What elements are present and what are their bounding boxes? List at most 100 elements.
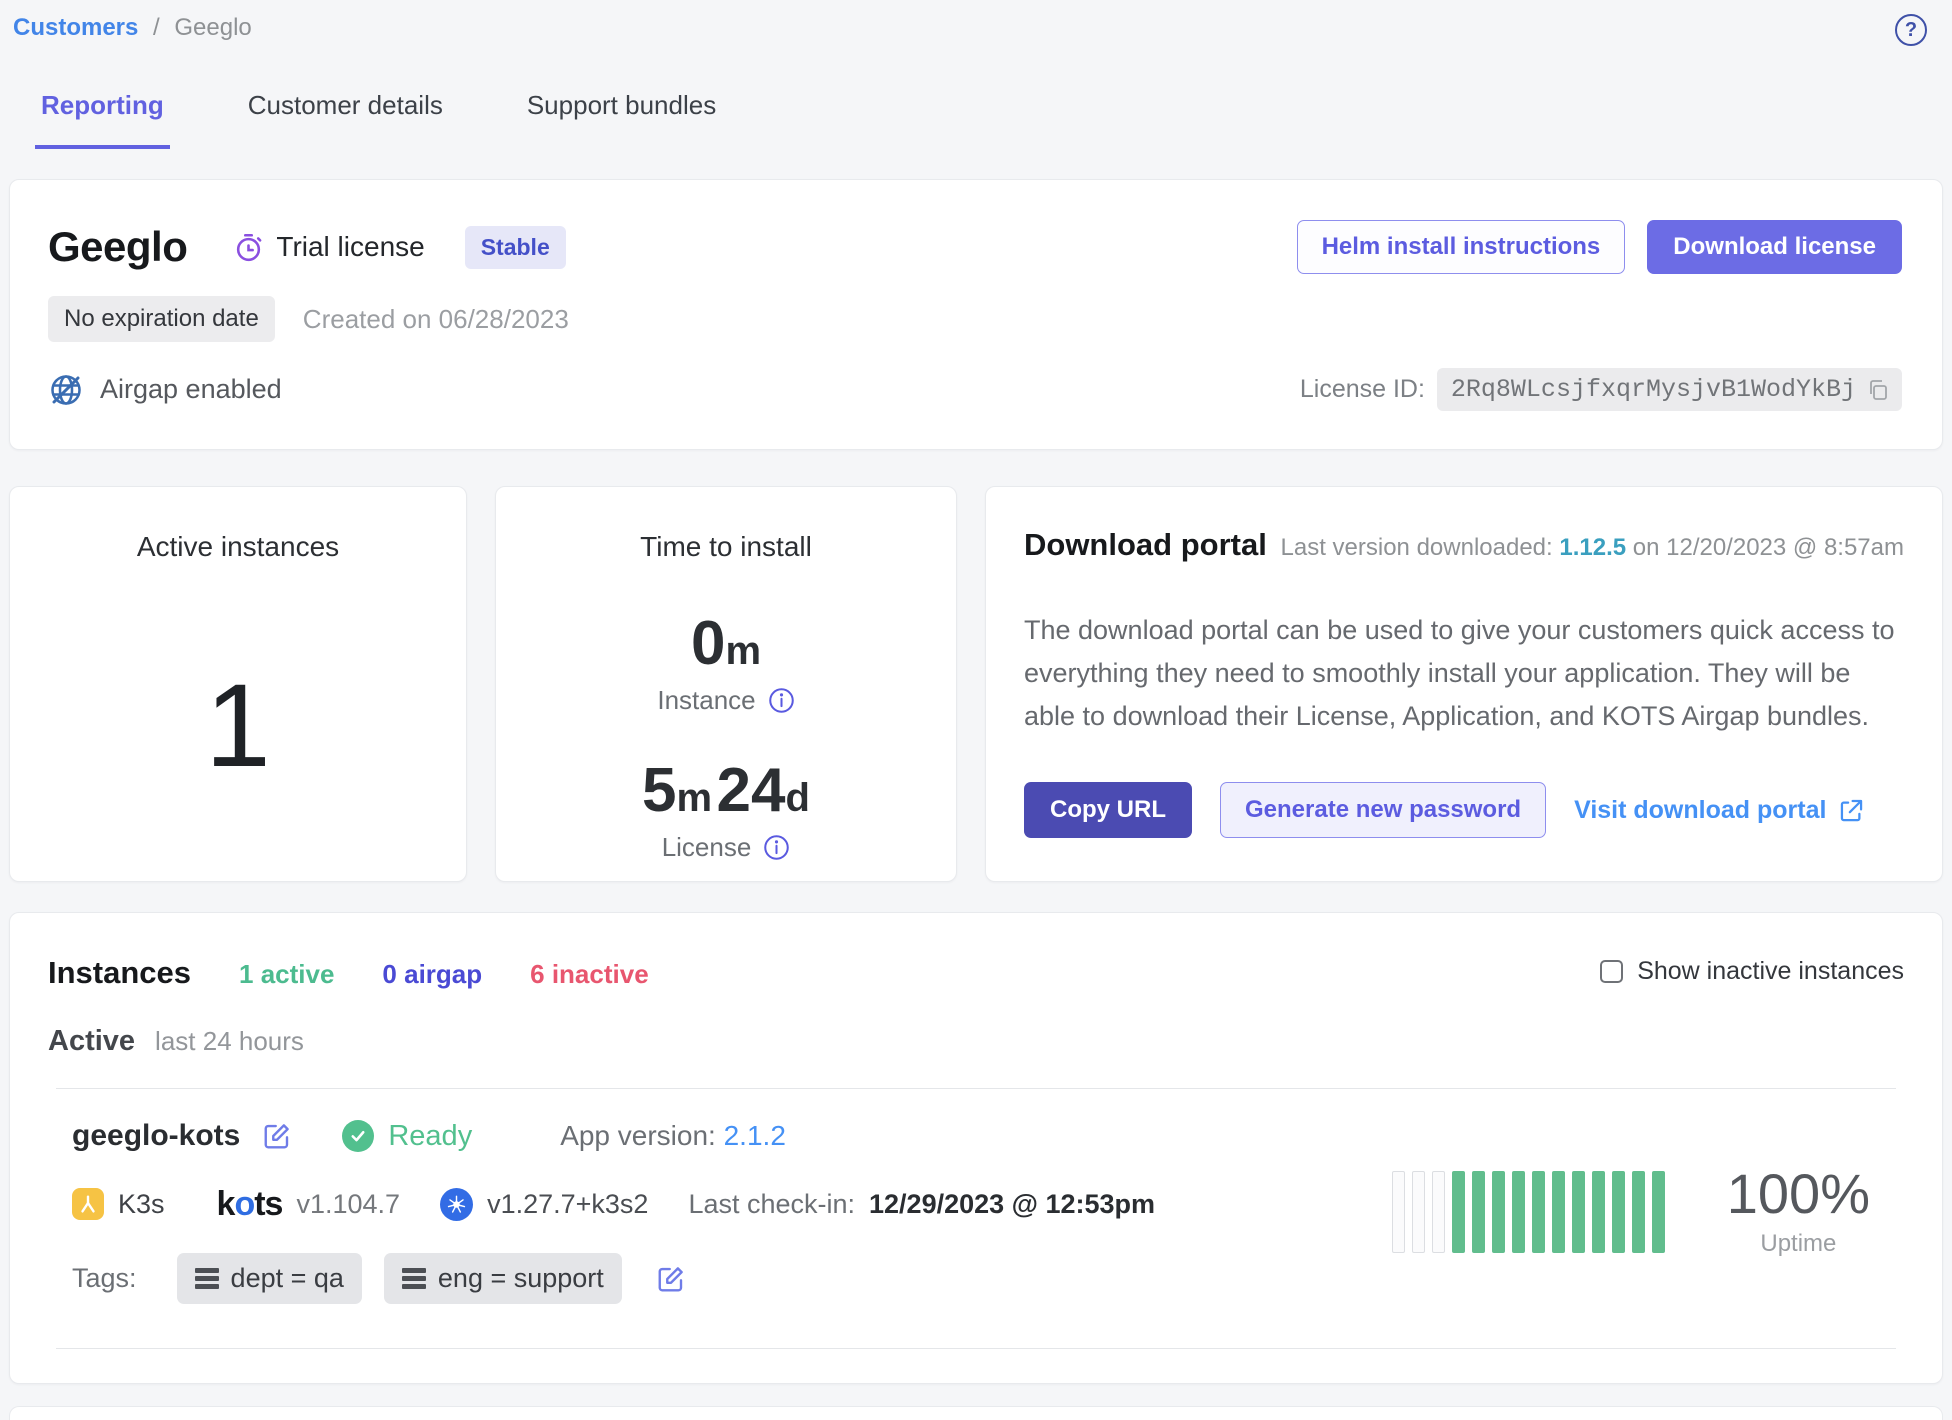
ready-check-icon	[342, 1120, 374, 1152]
instance-row: geeglo-kots Ready App ve	[48, 1089, 1904, 1312]
app-version-label: App version:	[560, 1120, 723, 1151]
download-portal-description: The download portal can be used to give …	[1024, 609, 1904, 738]
tab-bar: Reporting Customer details Support bundl…	[35, 90, 1943, 149]
instance-status: Ready	[342, 1120, 472, 1153]
instances-divider-bottom	[56, 1348, 1896, 1349]
license-id-value: 2Rq8WLcsjfxqrMysjvB1WodYkBj	[1451, 375, 1856, 404]
active-group-subtitle: last 24 hours	[155, 1026, 304, 1057]
help-icon[interactable]: ?	[1895, 14, 1927, 46]
tag-bars-icon	[402, 1265, 426, 1292]
license-type: Trial license	[233, 231, 424, 263]
last-version-prefix: Last version downloaded:	[1281, 534, 1560, 561]
uptime-bar-filled	[1652, 1171, 1665, 1253]
breadcrumb-current: Geeglo	[174, 14, 251, 41]
customer-summary-card: Geeglo Trial license Stable Helm install…	[9, 179, 1943, 450]
uptime-bars	[1392, 1171, 1665, 1253]
uptime-percent: 100%	[1727, 1166, 1870, 1222]
edit-instance-name-icon[interactable]	[262, 1121, 292, 1151]
instances-title: Instances	[48, 955, 191, 991]
top-bar: Customers / Geeglo ?	[9, 0, 1943, 46]
download-portal-title: Download portal	[1024, 527, 1267, 563]
instances-card: Instances 1 active 0 airgap 6 inactive S…	[9, 912, 1943, 1384]
last-version-link[interactable]: 1.12.5	[1559, 534, 1626, 561]
uptime-bar-empty	[1412, 1171, 1425, 1253]
breadcrumb-separator: /	[153, 14, 160, 41]
k3s-icon	[72, 1188, 104, 1220]
license-install-label-row: License	[526, 832, 926, 863]
visit-download-portal-link[interactable]: Visit download portal	[1574, 796, 1865, 825]
copy-url-button[interactable]: Copy URL	[1024, 782, 1192, 838]
generate-new-password-button[interactable]: Generate new password	[1220, 782, 1546, 838]
tab-reporting[interactable]: Reporting	[35, 90, 170, 149]
kots-logo: kots	[217, 1187, 283, 1221]
uptime-label: Uptime	[1727, 1230, 1870, 1258]
kots-logo-ts: ts	[254, 1185, 282, 1223]
show-inactive-checkbox[interactable]	[1600, 960, 1623, 983]
tab-customer-details[interactable]: Customer details	[242, 90, 449, 149]
last-checkin-value: 12/29/2023 @ 12:53pm	[869, 1189, 1155, 1220]
distribution-label: K3s	[118, 1189, 165, 1220]
tag-pill: dept = qa	[177, 1253, 362, 1304]
instance-install-unit: m	[725, 629, 761, 673]
status-label: Ready	[388, 1120, 472, 1153]
copy-license-id-icon[interactable]	[1866, 378, 1890, 402]
airgap-label: Airgap enabled	[100, 374, 282, 405]
tag-pill: eng = support	[384, 1253, 622, 1304]
uptime-bar-filled	[1492, 1171, 1505, 1253]
instance-name: geeglo-kots	[72, 1119, 240, 1153]
helm-install-instructions-button[interactable]: Helm install instructions	[1297, 220, 1626, 274]
instance-info-icon[interactable]	[768, 687, 795, 714]
breadcrumb-customers-link[interactable]: Customers	[13, 14, 138, 41]
tags-label: Tags:	[72, 1263, 137, 1294]
show-inactive-label: Show inactive instances	[1637, 957, 1904, 986]
instance-install-value: 0	[691, 609, 725, 678]
tag-label: dept = qa	[231, 1263, 344, 1294]
breadcrumb: Customers / Geeglo	[13, 14, 252, 42]
uptime-bar-filled	[1592, 1171, 1605, 1253]
kots-logo-o: o	[234, 1185, 254, 1223]
inactive-count: 6 inactive	[530, 959, 649, 990]
tag-label: eng = support	[438, 1263, 604, 1294]
license-info-icon[interactable]	[763, 834, 790, 861]
metric-cards-row: Active instances 1 Time to install 0m In…	[9, 486, 1943, 882]
uptime-panel: 100% Uptime	[1392, 1166, 1884, 1258]
uptime-bar-filled	[1552, 1171, 1565, 1253]
customer-reporting-page: Customers / Geeglo ? Reporting Customer …	[0, 0, 1952, 1420]
license-install-label: License	[662, 832, 752, 863]
instance-install-label: Instance	[657, 685, 755, 716]
license-install-unit-days: d	[786, 776, 810, 820]
tags-row: Tags: dept = qa eng = support	[72, 1253, 1392, 1304]
app-version-link[interactable]: 2.1.2	[724, 1120, 786, 1151]
airgap-globe-icon	[48, 372, 84, 408]
edit-tags-icon[interactable]	[656, 1264, 686, 1294]
license-id-label: License ID:	[1300, 375, 1425, 404]
tab-support-bundles[interactable]: Support bundles	[521, 90, 722, 149]
customer-name: Geeglo	[48, 223, 187, 271]
next-card-top-edge	[9, 1406, 1943, 1420]
airgap-status: Airgap enabled	[48, 372, 282, 408]
active-group-title: Active	[48, 1025, 135, 1058]
app-version: App version: 2.1.2	[560, 1120, 786, 1152]
show-inactive-toggle: Show inactive instances	[1600, 957, 1904, 986]
external-link-icon	[1838, 797, 1865, 824]
created-date-text: Created on 06/28/2023	[303, 304, 569, 335]
kubernetes-icon	[440, 1188, 473, 1221]
license-install-value-months: 5	[642, 756, 676, 825]
uptime-bar-filled	[1612, 1171, 1625, 1253]
uptime-bar-empty	[1392, 1171, 1405, 1253]
k8s-version: v1.27.7+k3s2	[487, 1189, 648, 1220]
uptime-bar-empty	[1432, 1171, 1445, 1253]
download-portal-card: Download portal Last version downloaded:…	[985, 486, 1943, 882]
active-group-header: Active last 24 hours	[48, 1025, 1904, 1058]
instance-install-time: 0m	[526, 613, 926, 675]
uptime-summary: 100% Uptime	[1727, 1166, 1870, 1258]
last-checkin-label: Last check-in:	[688, 1189, 855, 1220]
active-count: 1 active	[239, 959, 334, 990]
expiration-badge: No expiration date	[48, 296, 275, 342]
download-license-button[interactable]: Download license	[1647, 220, 1902, 274]
trial-timer-icon	[233, 232, 264, 263]
uptime-bar-filled	[1632, 1171, 1645, 1253]
license-install-time: 5m 24d	[526, 760, 926, 822]
kots-version: v1.104.7	[296, 1189, 400, 1220]
instance-counts: 1 active 0 airgap 6 inactive	[239, 959, 649, 990]
